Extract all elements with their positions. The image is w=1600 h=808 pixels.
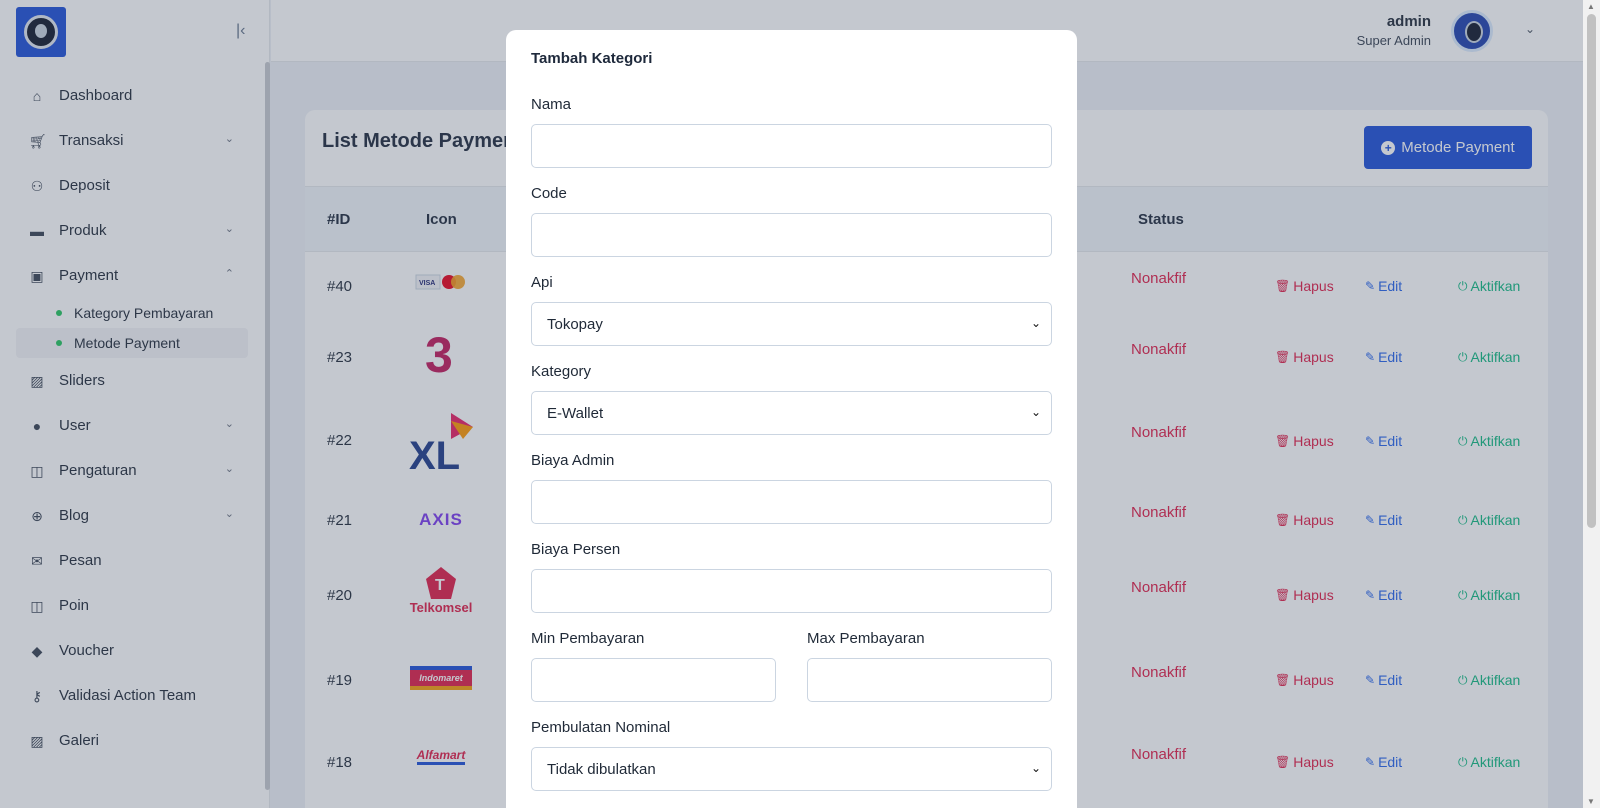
biaya-admin-input[interactable] [531, 480, 1052, 524]
api-label: Api [531, 274, 553, 291]
pembulatan-nominal-label: Pembulatan Nominal [531, 719, 671, 736]
kategory-select[interactable]: E-Wallet ⌄ [531, 391, 1052, 435]
scroll-up-icon[interactable]: ▲ [1587, 2, 1595, 11]
pembulatan-nominal-select[interactable]: Tidak dibulatkan ⌄ [531, 747, 1052, 791]
modal-title: Tambah Kategori [531, 50, 653, 67]
scroll-down-icon[interactable]: ▼ [1587, 797, 1595, 806]
kategory-label: Kategory [531, 363, 592, 380]
code-label: Code [531, 185, 567, 202]
page-scrollbar[interactable]: ▲ ▼ [1583, 0, 1600, 808]
max-pembayaran-input[interactable] [807, 658, 1052, 702]
min-pembayaran-label: Min Pembayaran [531, 630, 645, 647]
biaya-persen-input[interactable] [531, 569, 1052, 613]
min-pembayaran-input[interactable] [531, 658, 776, 702]
nama-label: Nama [531, 96, 572, 113]
add-category-modal: Tambah Kategori Nama Code Api Tokopay ⌄ K… [506, 30, 1077, 808]
biaya-persen-label: Biaya Persen [531, 541, 621, 558]
chevron-down-icon: ⌄ [1030, 761, 1041, 775]
max-pembayaran-label: Max Pembayaran [807, 630, 925, 647]
chevron-down-icon: ⌄ [1030, 405, 1041, 419]
nama-input[interactable] [531, 124, 1052, 168]
api-select[interactable]: Tokopay ⌄ [531, 302, 1052, 346]
code-input[interactable] [531, 213, 1052, 257]
chevron-down-icon: ⌄ [1030, 316, 1041, 330]
biaya-admin-label: Biaya Admin [531, 452, 615, 469]
scrollbar-thumb[interactable] [1587, 14, 1596, 528]
